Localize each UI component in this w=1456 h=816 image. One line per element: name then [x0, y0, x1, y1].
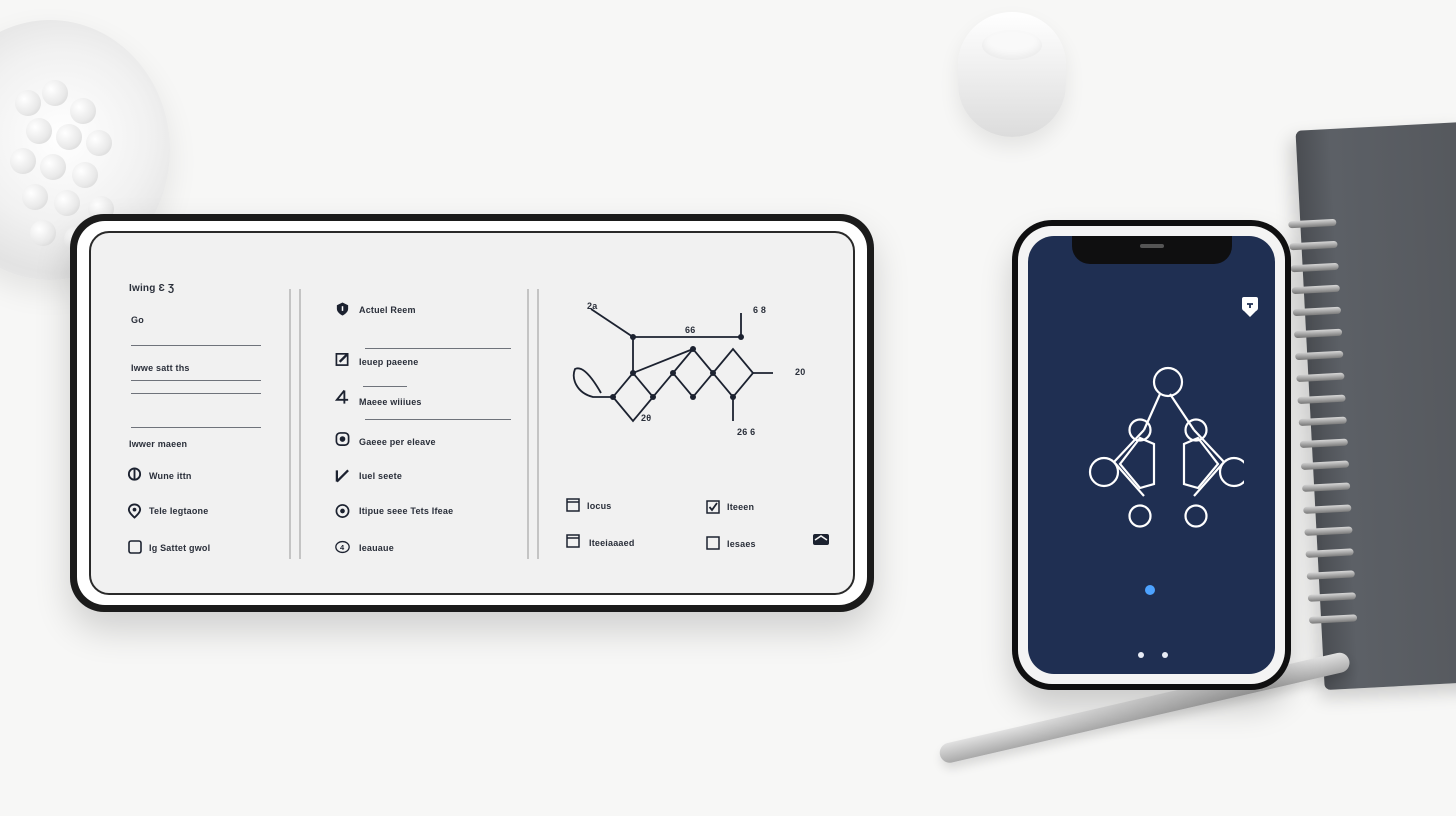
shield-icon: [335, 301, 350, 316]
row-divider: [365, 419, 511, 420]
status-dot: [1145, 585, 1155, 595]
tablet-bezel: Iwing Ɛ Ʒ Go Iwwe satt ths Iwwer maeen W…: [77, 221, 867, 605]
menu-item-label[interactable]: Itipue seee Tets Ifeae: [359, 506, 453, 516]
menu-item-label[interactable]: Actuel Reem: [359, 305, 416, 315]
checkbox-icon[interactable]: [127, 539, 142, 554]
section-label: Iwwer maeen: [129, 439, 188, 449]
dial-icon: [335, 431, 350, 446]
option-label[interactable]: Ig Sattet gwol: [149, 543, 210, 553]
checkbox[interactable]: [565, 497, 580, 512]
page-title: Iwing Ɛ Ʒ: [129, 283, 175, 294]
phone-notch: [1071, 236, 1232, 264]
menu-item-label[interactable]: Ieauaue: [359, 543, 394, 553]
checkbox-checked[interactable]: [705, 499, 720, 514]
glass-bottle: [958, 12, 1066, 137]
number-four-circle-icon: 4: [335, 539, 350, 554]
atom-label: 2θ: [641, 413, 652, 423]
menu-item-label[interactable]: Iuel seete: [359, 471, 402, 481]
option-label[interactable]: Tele Iegtaone: [149, 506, 208, 516]
menu-item-label[interactable]: Gaeee per eleave: [359, 437, 436, 447]
field-label-2: Iwwe satt ths: [131, 363, 190, 373]
location-badge-icon[interactable]: [1240, 296, 1260, 318]
atom-label: 66: [685, 325, 696, 335]
checkbox[interactable]: [565, 533, 580, 548]
pencil-square-icon: [335, 351, 350, 366]
menu-item-label[interactable]: Ieuep paeene: [359, 357, 418, 367]
column-divider: [537, 289, 539, 559]
column-divider: [289, 289, 291, 559]
text-input-underline[interactable]: [131, 345, 261, 346]
checkbox[interactable]: [705, 535, 720, 550]
phone-bezel: [1018, 226, 1285, 684]
location-pin-icon: [127, 502, 142, 519]
network-graph-icon: [1088, 366, 1244, 528]
row-divider: [365, 348, 511, 349]
option-label[interactable]: Wune ittn: [149, 471, 192, 481]
tablet-screen: Iwing Ɛ Ʒ Go Iwwe satt ths Iwwer maeen W…: [89, 231, 855, 595]
atom-label: 2a: [587, 301, 598, 311]
column-divider: [299, 289, 301, 559]
checkbox-label: Iteeen: [727, 502, 755, 512]
speech-bubble-icon: [127, 467, 142, 482]
text-input-underline-2[interactable]: [131, 380, 261, 381]
spiral-notebook: [1288, 121, 1456, 691]
checkbox-label: Iocus: [587, 501, 612, 511]
tablet-device: Iwing Ɛ Ʒ Go Iwwe satt ths Iwwer maeen W…: [70, 214, 874, 612]
page-indicator[interactable]: [1138, 652, 1174, 660]
text-input-underline-4[interactable]: [131, 427, 261, 428]
checkbox-label: Iesaes: [727, 539, 756, 549]
number-four-icon: [335, 389, 350, 404]
circle-info-icon: [335, 503, 350, 518]
field-label: Go: [131, 315, 144, 325]
text-input-underline-3[interactable]: [131, 393, 261, 394]
inbox-icon[interactable]: [811, 531, 831, 546]
menu-item-label[interactable]: Maeee wiiiues: [359, 397, 422, 407]
pencil-icon: [335, 467, 350, 482]
checkbox-label: Iteeiaaaed: [589, 538, 635, 548]
svg-text:4: 4: [340, 542, 345, 551]
phone-device: [1012, 220, 1291, 690]
column-divider: [527, 289, 529, 559]
page-dot[interactable]: [1138, 652, 1144, 658]
phone-screen: [1028, 236, 1275, 674]
atom-label: 26 6: [737, 427, 756, 437]
page-dot[interactable]: [1162, 652, 1168, 658]
atom-label: 20: [795, 367, 806, 377]
atom-label: 6 8: [753, 305, 767, 315]
row-divider: [363, 386, 407, 387]
